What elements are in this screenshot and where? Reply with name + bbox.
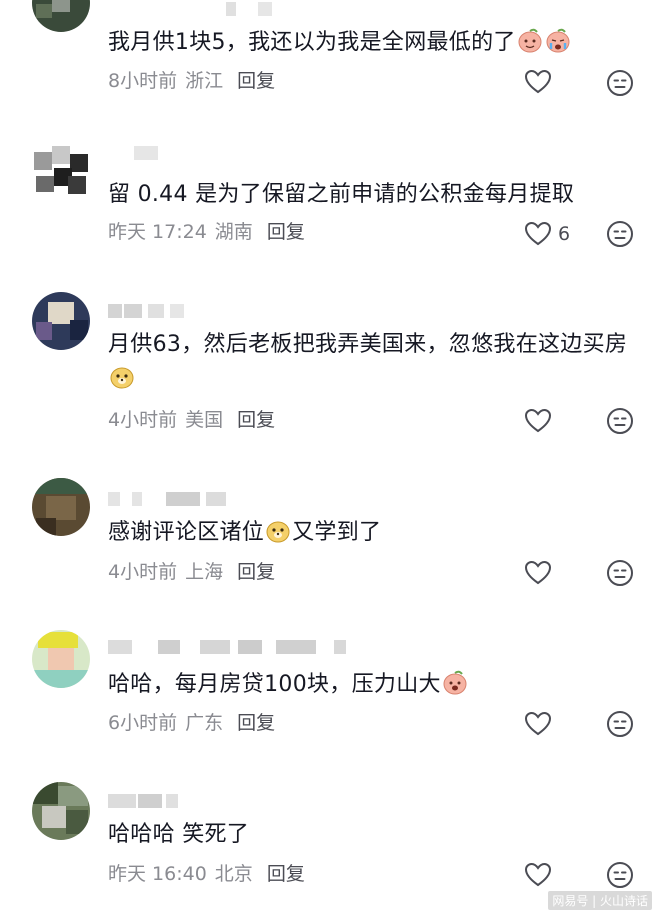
comment-text: 我月供1块5，我还以为我是全网最低的了 (108, 26, 628, 60)
peach-face-emoji (442, 670, 468, 696)
comment-time: 4小时前 (108, 561, 178, 583)
comment-location: 广东 (185, 712, 224, 734)
comment-text-content: 感谢评论区诸位 (108, 520, 265, 545)
neutral-face-icon (607, 711, 633, 737)
like-button[interactable] (524, 559, 558, 587)
comment-location: 浙江 (185, 70, 224, 92)
comment-text: 哈哈，每月房贷100块，压力山大 (108, 668, 628, 702)
reply-button[interactable]: 回复 (237, 561, 275, 583)
reply-button[interactable]: 回复 (267, 221, 305, 243)
comment-text: 哈哈哈 笑死了 (108, 818, 628, 852)
crying-face-emoji (545, 28, 571, 54)
like-button[interactable] (524, 861, 558, 889)
comment-text-content: 月供63，然后老板把我弄美国来，忽悠我在这边买房 (108, 332, 628, 357)
neutral-face-icon (607, 408, 633, 434)
like-button[interactable] (524, 407, 558, 435)
avatar[interactable] (32, 146, 90, 204)
heart-icon (524, 560, 552, 585)
comment-text-content: 我月供1块5，我还以为我是全网最低的了 (108, 30, 516, 55)
heart-icon (524, 862, 552, 887)
heart-icon (524, 408, 552, 433)
heart-icon (524, 711, 552, 736)
heart-icon (524, 221, 552, 246)
comment-location: 北京 (214, 863, 253, 885)
reply-button[interactable]: 回复 (267, 863, 305, 885)
like-button[interactable] (524, 710, 558, 738)
comment-text-content: 留 0.44 是为了保留之前申请的公积金每月提取 (108, 182, 575, 207)
watermark: 网易号 | 火山诗话 (548, 891, 652, 910)
dislike-button[interactable] (606, 559, 634, 587)
comment-time: 昨天 16:40 (108, 863, 207, 885)
comment-text: 月供63，然后老板把我弄美国来，忽悠我在这边买房 (108, 328, 628, 396)
heart-icon (524, 69, 552, 94)
like-button[interactable] (524, 68, 558, 96)
comment-location: 湖南 (214, 221, 253, 243)
comment-text-content: 又学到了 (292, 520, 382, 545)
comment-text-content: 哈哈，每月房贷100块，压力山大 (108, 672, 441, 697)
neutral-face-icon (607, 862, 633, 888)
comment-time: 6小时前 (108, 712, 178, 734)
avatar[interactable] (32, 292, 90, 350)
reply-button[interactable]: 回复 (237, 712, 275, 734)
avatar[interactable] (32, 630, 90, 688)
neutral-face-icon (607, 221, 633, 247)
dislike-button[interactable] (606, 69, 634, 97)
comment-text-content: 哈哈哈 笑死了 (108, 822, 250, 847)
neutral-face-icon (607, 560, 633, 586)
neutral-face-icon (607, 70, 633, 96)
comment-meta: 4小时前 美国 回复 (108, 407, 275, 433)
dislike-button[interactable] (606, 220, 634, 248)
comment-time: 8小时前 (108, 70, 178, 92)
comment-meta: 昨天 17:24 湖南 回复 (108, 219, 305, 245)
dislike-button[interactable] (606, 407, 634, 435)
comment-location: 上海 (185, 561, 224, 583)
dog-face-emoji (265, 518, 291, 544)
dislike-button[interactable] (606, 861, 634, 889)
comment-text: 感谢评论区诸位 又学到了 (108, 516, 628, 550)
peach-face-emoji (517, 28, 543, 54)
avatar[interactable] (32, 782, 90, 840)
comment-time: 昨天 17:24 (108, 221, 207, 243)
avatar[interactable] (32, 0, 90, 32)
like-button[interactable]: 6 (524, 220, 570, 248)
comment-meta: 6小时前 广东 回复 (108, 710, 275, 736)
avatar[interactable] (32, 478, 90, 536)
dog-face-emoji (109, 364, 135, 390)
reply-button[interactable]: 回复 (237, 409, 275, 431)
comment-text: 留 0.44 是为了保留之前申请的公积金每月提取 (108, 178, 628, 212)
comment-time: 4小时前 (108, 409, 178, 431)
comment-location: 美国 (185, 409, 224, 431)
comment-meta: 8小时前 浙江 回复 (108, 68, 275, 94)
reply-button[interactable]: 回复 (237, 70, 275, 92)
comment-meta: 4小时前 上海 回复 (108, 559, 275, 585)
like-count: 6 (558, 223, 571, 245)
comment-meta: 昨天 16:40 北京 回复 (108, 861, 305, 887)
dislike-button[interactable] (606, 710, 634, 738)
